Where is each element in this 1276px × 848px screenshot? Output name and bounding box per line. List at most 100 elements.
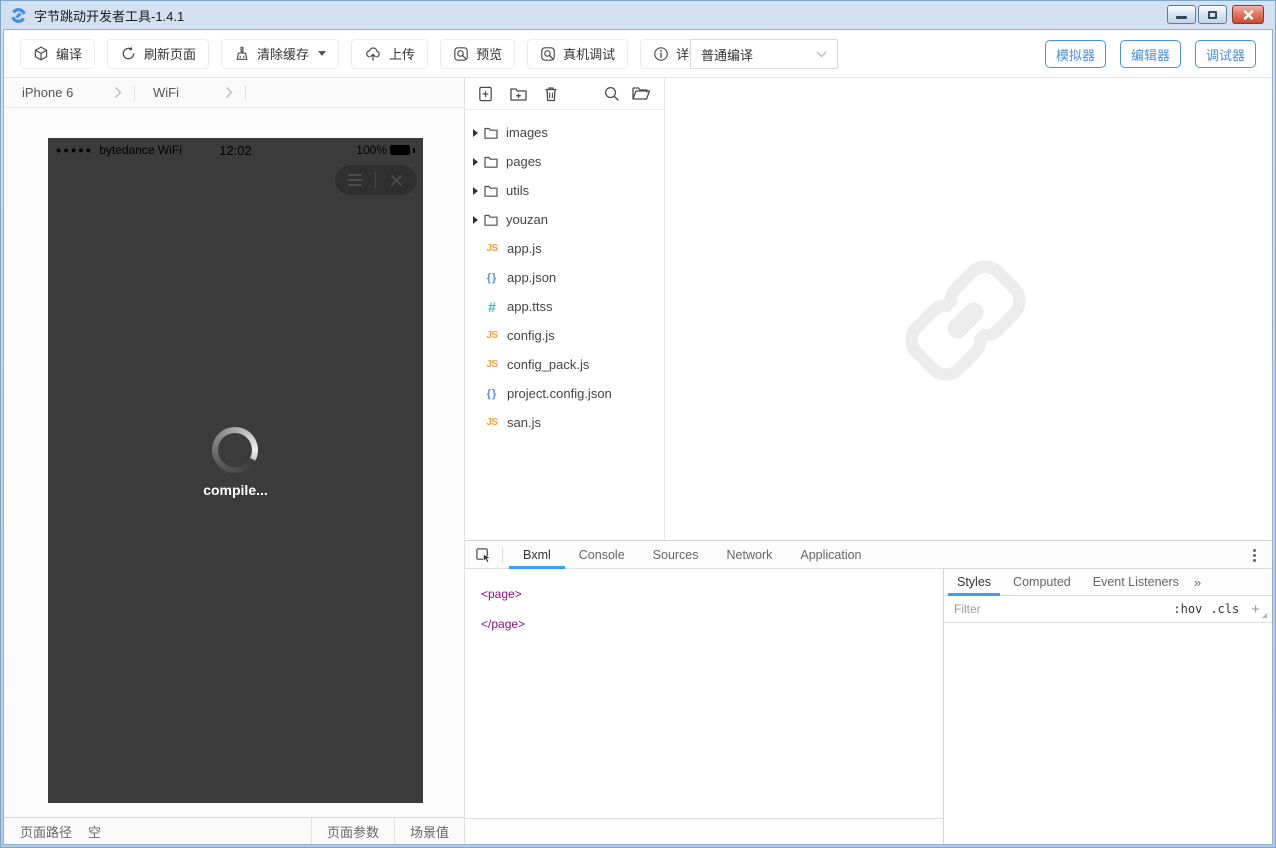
devtools-panel: Bxml Console Sources Network Application… <box>465 540 1272 844</box>
clear-cache-dropdown-icon <box>318 51 326 56</box>
refresh-icon <box>120 45 137 62</box>
simulator-toggle-button[interactable]: 模拟器 <box>1045 40 1106 68</box>
more-tabs-icon[interactable]: » <box>1194 575 1201 590</box>
ttss-file-icon: # <box>483 299 501 315</box>
tree-file[interactable]: JS app.js <box>465 234 664 263</box>
close-button[interactable] <box>1232 5 1264 24</box>
tree-file[interactable]: JS san.js <box>465 408 664 437</box>
panel-toggles: 模拟器 编辑器 调试器 <box>1045 40 1256 68</box>
folder-name: youzan <box>506 212 548 227</box>
editor-preview-area <box>665 78 1272 540</box>
styles-filter-input[interactable] <box>952 601 1165 617</box>
menu-icon[interactable] <box>348 174 362 186</box>
device-select[interactable]: iPhone 6 <box>4 85 134 100</box>
tab-computed[interactable]: Computed <box>1002 569 1082 595</box>
file-name: san.js <box>507 415 541 430</box>
close-icon <box>1243 10 1254 20</box>
preview-button[interactable]: 预览 <box>440 39 515 69</box>
editor-toggle-button[interactable]: 编辑器 <box>1120 40 1181 68</box>
code-line-page-close[interactable]: </page> <box>481 609 943 639</box>
tab-network[interactable]: Network <box>713 541 787 568</box>
info-icon <box>653 46 669 62</box>
upload-cloud-icon <box>364 45 382 62</box>
maximize-button[interactable] <box>1198 5 1227 24</box>
compile-button[interactable]: 编译 <box>20 39 95 69</box>
title-bar: 字节跳动开发者工具-1.4.1 <box>0 0 1276 30</box>
compile-mode-select[interactable]: 普通编译 <box>690 39 838 69</box>
divider <box>375 172 376 188</box>
inspect-element-icon[interactable] <box>475 547 492 563</box>
folder-name: pages <box>506 154 541 169</box>
tree-folder-images[interactable]: images <box>465 118 664 147</box>
minimize-icon <box>1176 16 1187 19</box>
compile-label: 编译 <box>56 44 82 63</box>
delete-icon[interactable] <box>543 85 559 103</box>
new-folder-icon[interactable] <box>509 85 528 103</box>
file-tree-toolbar <box>465 78 664 110</box>
folder-name: images <box>506 125 548 140</box>
tab-bxml[interactable]: Bxml <box>509 541 565 568</box>
tree-file[interactable]: JS config_pack.js <box>465 350 664 379</box>
file-name: project.config.json <box>507 386 612 401</box>
phone-screen: ●●●●● bytedance WiFi 12:02 100% <box>48 138 423 803</box>
search-icon[interactable] <box>603 85 620 102</box>
refresh-label: 刷新页面 <box>144 44 196 63</box>
clear-cache-icon <box>234 45 250 62</box>
js-file-icon: JS <box>483 417 501 428</box>
device-name: iPhone 6 <box>22 85 73 100</box>
json-file-icon: {} <box>483 272 501 284</box>
expand-arrow-icon <box>473 216 478 224</box>
window-title: 字节跳动开发者工具-1.4.1 <box>34 6 184 25</box>
expand-arrow-icon <box>473 158 478 166</box>
clear-cache-button[interactable]: 清除缓存 <box>221 39 339 69</box>
tree-file[interactable]: # app.ttss <box>465 292 664 321</box>
battery-icon <box>390 145 410 155</box>
close-miniapp-icon[interactable] <box>389 173 404 188</box>
tree-file[interactable]: {} project.config.json <box>465 379 664 408</box>
folder-icon <box>484 127 498 139</box>
page-params-tab[interactable]: 页面参数 <box>311 818 394 844</box>
preview-label: 预览 <box>476 44 502 63</box>
new-style-rule-button[interactable]: + <box>1247 601 1264 618</box>
class-toggle[interactable]: .cls <box>1210 602 1239 616</box>
styles-tabbar: Styles Computed Event Listeners » <box>944 569 1272 596</box>
tab-sources[interactable]: Sources <box>639 541 713 568</box>
compile-mode-value: 普通编译 <box>701 45 753 64</box>
bxml-code-pane[interactable]: <page> </page> <box>465 569 943 844</box>
js-file-icon: JS <box>483 359 501 370</box>
upload-button[interactable]: 上传 <box>351 39 428 69</box>
page-path-value: 空 <box>88 822 101 841</box>
hover-state-toggle[interactable]: :hov <box>1173 602 1202 616</box>
new-file-icon[interactable] <box>477 85 494 103</box>
styles-filter-row: :hov .cls + <box>944 596 1272 623</box>
file-tree-panel: images pages utils youzan <box>465 78 665 540</box>
devtools-footer-bar <box>465 818 943 844</box>
code-line-page-open[interactable]: <page> <box>481 579 943 609</box>
loading-spinner <box>212 427 258 473</box>
tab-console[interactable]: Console <box>565 541 639 568</box>
open-folder-icon[interactable] <box>631 85 651 102</box>
remote-debug-qr-icon <box>540 46 556 62</box>
more-options-icon[interactable] <box>1248 549 1260 563</box>
debugger-toggle-button[interactable]: 调试器 <box>1195 40 1256 68</box>
tree-file[interactable]: {} app.json <box>465 263 664 292</box>
clear-cache-label: 清除缓存 <box>257 44 309 63</box>
minimize-button[interactable] <box>1167 5 1196 24</box>
tab-application[interactable]: Application <box>786 541 875 568</box>
file-name: app.js <box>507 241 542 256</box>
tree-folder-utils[interactable]: utils <box>465 176 664 205</box>
device-bar: iPhone 6 WiFi <box>4 78 464 108</box>
scene-value-tab[interactable]: 场景值 <box>394 818 464 844</box>
maximize-icon <box>1208 11 1217 19</box>
js-file-icon: JS <box>483 330 501 341</box>
network-select[interactable]: WiFi <box>135 85 245 100</box>
tab-styles[interactable]: Styles <box>946 569 1002 595</box>
tree-folder-youzan[interactable]: youzan <box>465 205 664 234</box>
js-file-icon: JS <box>483 243 501 254</box>
tab-event-listeners[interactable]: Event Listeners <box>1082 569 1190 595</box>
remote-debug-label: 真机调试 <box>563 44 615 63</box>
refresh-page-button[interactable]: 刷新页面 <box>107 39 209 69</box>
tree-folder-pages[interactable]: pages <box>465 147 664 176</box>
remote-debug-button[interactable]: 真机调试 <box>527 39 628 69</box>
tree-file[interactable]: JS config.js <box>465 321 664 350</box>
